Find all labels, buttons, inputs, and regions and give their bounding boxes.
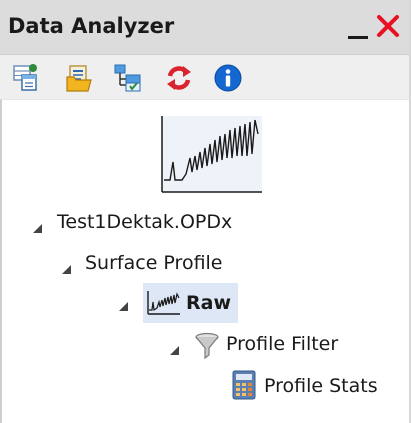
expand-arrow-icon[interactable] xyxy=(117,297,129,311)
info-icon[interactable] xyxy=(213,63,243,93)
profile-chart-thumbnail-icon[interactable] xyxy=(158,114,264,194)
minimize-icon[interactable] xyxy=(345,14,371,40)
panel-title: Data Analyzer xyxy=(8,14,175,38)
refresh-icon[interactable] xyxy=(164,63,194,93)
panel-titlebar: Data Analyzer xyxy=(0,0,409,55)
tree-node-surface-profile[interactable]: Surface Profile xyxy=(85,252,223,274)
toolbar xyxy=(0,55,409,99)
data-table-icon[interactable] xyxy=(12,63,42,93)
profile-wave-icon xyxy=(146,288,182,318)
expand-arrow-icon[interactable] xyxy=(168,341,180,355)
tree-node-raw[interactable]: Raw xyxy=(186,292,231,314)
tree-node-file[interactable]: Test1Dektak.OPDx xyxy=(57,211,232,233)
expand-arrow-icon[interactable] xyxy=(60,260,72,274)
expand-arrow-icon[interactable] xyxy=(31,219,43,233)
open-folder-icon[interactable] xyxy=(64,63,94,93)
tree-node-profile-stats[interactable]: Profile Stats xyxy=(264,375,378,397)
filter-funnel-icon xyxy=(194,332,220,360)
calculator-icon xyxy=(232,370,256,400)
tree-node-profile-filter[interactable]: Profile Filter xyxy=(226,333,338,355)
data-analyzer-panel: Data Analyzer Test1Dektak.OPDx Surface P… xyxy=(0,0,411,423)
hierarchy-icon[interactable] xyxy=(113,63,143,93)
close-icon[interactable] xyxy=(374,12,402,40)
